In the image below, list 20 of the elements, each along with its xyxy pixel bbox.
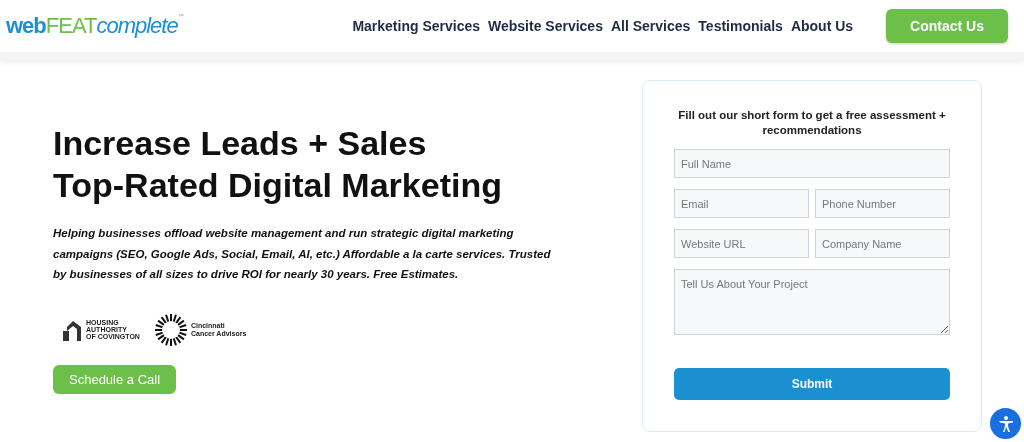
- nav-link[interactable]: Testimonials: [698, 18, 783, 34]
- message-field[interactable]: Tell Us About Your Project: [674, 269, 950, 335]
- headline: Top-Rated Digital Marketing: [53, 165, 503, 206]
- input-field[interactable]: Full Name: [674, 149, 950, 178]
- accessibility-icon: [996, 414, 1015, 433]
- input-field[interactable]: Phone Number: [815, 189, 950, 218]
- nav-link[interactable]: About Us: [790, 18, 854, 34]
- building-icon: [61, 318, 83, 341]
- form-title: Fill out our short form to get a free assessment + recommendations: [677, 108, 947, 138]
- submit-button[interactable]: Submit: [674, 368, 950, 400]
- accessibility-button[interactable]: [990, 408, 1021, 439]
- input-field[interactable]: Email: [674, 189, 809, 218]
- sun-icon: [153, 312, 188, 347]
- input-field[interactable]: Company Name: [815, 229, 950, 258]
- headline: Increase Leads + Sales: [53, 123, 428, 164]
- nav-link[interactable]: Marketing Services: [352, 18, 480, 34]
- input-field[interactable]: Website URL: [674, 229, 809, 258]
- nav-link[interactable]: All Services: [610, 18, 691, 34]
- description: Helping businesses offload website management and run strategic digital marketing campaigns (SEO, Google Ads, Social, Email, AI, etc.) Affordable a la carte services. Trusted by businesses of all sizes to drive ROI for nearly 30 years. Free Estimates.: [53, 226, 552, 282]
- nav-link[interactable]: Website Services: [488, 18, 603, 34]
